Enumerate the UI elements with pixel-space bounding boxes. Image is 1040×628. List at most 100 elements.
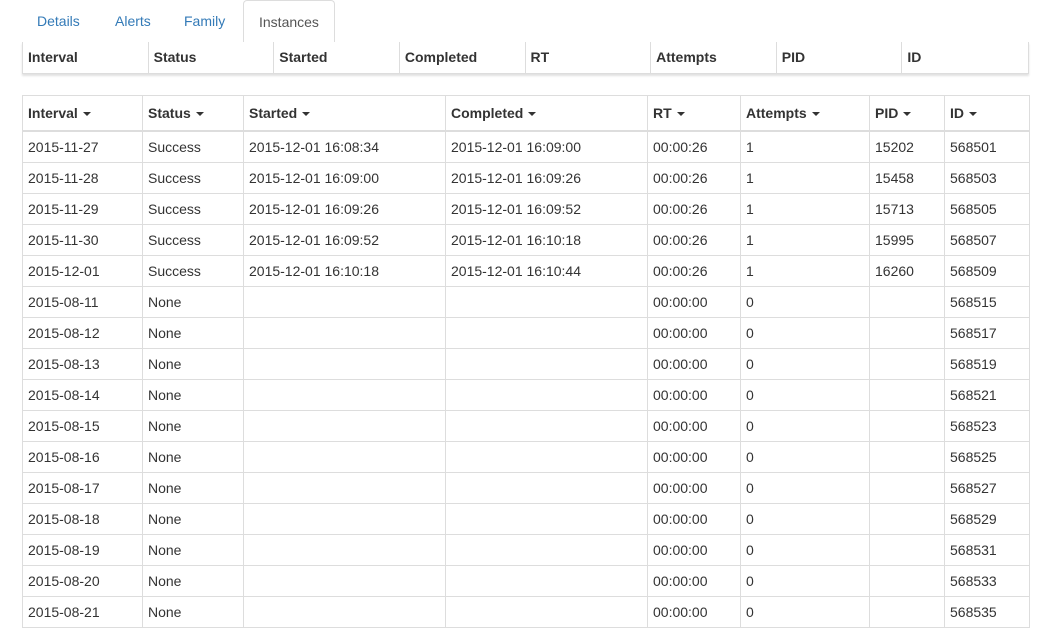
- status-cell: None: [142, 379, 244, 411]
- interval-cell: 2015-11-28: [22, 162, 143, 194]
- interval-cell: 2015-08-11: [22, 286, 143, 318]
- started-cell: [243, 441, 446, 473]
- tab-alerts[interactable]: Alerts: [100, 0, 166, 42]
- pid-cell: [869, 379, 945, 411]
- column-header-started[interactable]: Started: [243, 95, 446, 132]
- column-header-attempts[interactable]: Attempts: [740, 95, 870, 132]
- id-cell: 568503: [944, 162, 1030, 194]
- table-row[interactable]: 2015-08-18 None 00:00:00 0 568529: [22, 503, 1030, 535]
- started-cell: [243, 534, 446, 566]
- tab-bar: Details Alerts Family Instances: [22, 0, 1029, 43]
- column-header-completed[interactable]: Completed: [445, 95, 648, 132]
- status-cell: None: [142, 596, 244, 628]
- attempts-cell: 0: [740, 286, 870, 318]
- pid-cell: [869, 286, 945, 318]
- pid-cell: [869, 348, 945, 380]
- fixed-header-pid: PID: [777, 42, 903, 73]
- column-header-rt[interactable]: RT: [647, 95, 741, 132]
- attempts-cell: 0: [740, 441, 870, 473]
- pid-cell: 15202: [869, 130, 945, 163]
- completed-cell: [445, 441, 648, 473]
- caret-down-icon: [903, 112, 912, 117]
- attempts-cell: 0: [740, 317, 870, 349]
- table-row[interactable]: 2015-11-27 Success 2015-12-01 16:08:34 2015…: [22, 130, 1030, 163]
- id-cell: 568517: [944, 317, 1030, 349]
- pid-cell: 15458: [869, 162, 945, 194]
- id-cell: 568515: [944, 286, 1030, 318]
- fixed-header-id: ID: [907, 49, 922, 65]
- status-cell: None: [142, 410, 244, 442]
- pid-cell: [869, 596, 945, 628]
- tab-instances[interactable]: Instances: [243, 0, 335, 43]
- fixed-header-interval: Interval: [23, 42, 149, 73]
- column-header-id[interactable]: ID: [944, 95, 1030, 132]
- status-cell: None: [142, 348, 244, 380]
- interval-cell: 2015-08-21: [22, 596, 143, 628]
- attempts-cell: 1: [740, 193, 870, 225]
- started-cell: [243, 472, 446, 504]
- tab-details[interactable]: Details: [22, 0, 95, 42]
- table-row[interactable]: 2015-08-19 None 00:00:00 0 568531: [22, 534, 1030, 566]
- rt-cell: 00:00:00: [647, 286, 741, 318]
- pid-cell: 15713: [869, 193, 945, 225]
- column-header-status[interactable]: Status: [142, 95, 244, 132]
- started-cell: [243, 286, 446, 318]
- fixed-header-attempts: Attempts: [651, 42, 777, 73]
- fixed-column-header: Interval Status Started Completed RT Att…: [22, 42, 1029, 74]
- started-cell: [243, 379, 446, 411]
- completed-cell: 2015-12-01 16:09:26: [445, 162, 648, 194]
- completed-cell: [445, 379, 648, 411]
- caret-down-icon: [195, 112, 204, 117]
- id-cell: 568501: [944, 130, 1030, 163]
- pid-cell: [869, 565, 945, 597]
- fixed-header-rt: RT: [526, 42, 652, 73]
- attempts-cell: 0: [740, 472, 870, 504]
- pid-cell: [869, 441, 945, 473]
- attempts-cell: 0: [740, 348, 870, 380]
- table-row[interactable]: 2015-08-11 None 00:00:00 0 568515: [22, 286, 1030, 318]
- id-cell: 568507: [944, 224, 1030, 256]
- table-header-row: Interval Status Started Completed RT Att…: [22, 95, 1030, 132]
- attempts-cell: 0: [740, 503, 870, 535]
- table-row[interactable]: 2015-12-01 Success 2015-12-01 16:10:18 2015…: [22, 255, 1030, 287]
- completed-cell: [445, 410, 648, 442]
- rt-cell: 00:00:26: [647, 162, 741, 194]
- interval-cell: 2015-12-01: [22, 255, 143, 287]
- rt-cell: 00:00:00: [647, 348, 741, 380]
- column-header-interval[interactable]: Interval: [22, 95, 143, 132]
- table-row[interactable]: 2015-08-20 None 00:00:00 0 568533: [22, 565, 1030, 597]
- status-cell: Success: [142, 224, 244, 256]
- rt-cell: 00:00:26: [647, 255, 741, 287]
- table-row[interactable]: 2015-08-15 None 00:00:00 0 568523: [22, 410, 1030, 442]
- started-cell: 2015-12-01 16:08:34: [243, 130, 446, 163]
- table-row[interactable]: 2015-11-29 Success 2015-12-01 16:09:26 2015…: [22, 193, 1030, 225]
- attempts-cell: 1: [740, 224, 870, 256]
- started-cell: [243, 317, 446, 349]
- rt-cell: 00:00:00: [647, 503, 741, 535]
- tab-family[interactable]: Family: [169, 0, 240, 42]
- table-row[interactable]: 2015-08-17 None 00:00:00 0 568527: [22, 472, 1030, 504]
- table-row[interactable]: 2015-11-30 Success 2015-12-01 16:09:52 2015…: [22, 224, 1030, 256]
- table-row[interactable]: 2015-08-12 None 00:00:00 0 568517: [22, 317, 1030, 349]
- id-cell: 568505: [944, 193, 1030, 225]
- status-cell: None: [142, 286, 244, 318]
- interval-cell: 2015-08-20: [22, 565, 143, 597]
- caret-down-icon: [302, 112, 311, 117]
- attempts-cell: 0: [740, 379, 870, 411]
- caret-down-icon: [82, 112, 91, 117]
- id-cell: 568525: [944, 441, 1030, 473]
- started-cell: 2015-12-01 16:10:18: [243, 255, 446, 287]
- completed-cell: [445, 534, 648, 566]
- attempts-cell: 0: [740, 596, 870, 628]
- table-row[interactable]: 2015-08-14 None 00:00:00 0 568521: [22, 379, 1030, 411]
- column-header-pid[interactable]: PID: [869, 95, 945, 132]
- pid-cell: [869, 503, 945, 535]
- table-row[interactable]: 2015-11-28 Success 2015-12-01 16:09:00 2015…: [22, 162, 1030, 194]
- table-row[interactable]: 2015-08-13 None 00:00:00 0 568519: [22, 348, 1030, 380]
- table-row[interactable]: 2015-08-16 None 00:00:00 0 568525: [22, 441, 1030, 473]
- interval-cell: 2015-08-14: [22, 379, 143, 411]
- rt-cell: 00:00:00: [647, 565, 741, 597]
- table-row[interactable]: 2015-08-21 None 00:00:00 0 568535: [22, 596, 1030, 628]
- id-cell: 568533: [944, 565, 1030, 597]
- status-cell: None: [142, 565, 244, 597]
